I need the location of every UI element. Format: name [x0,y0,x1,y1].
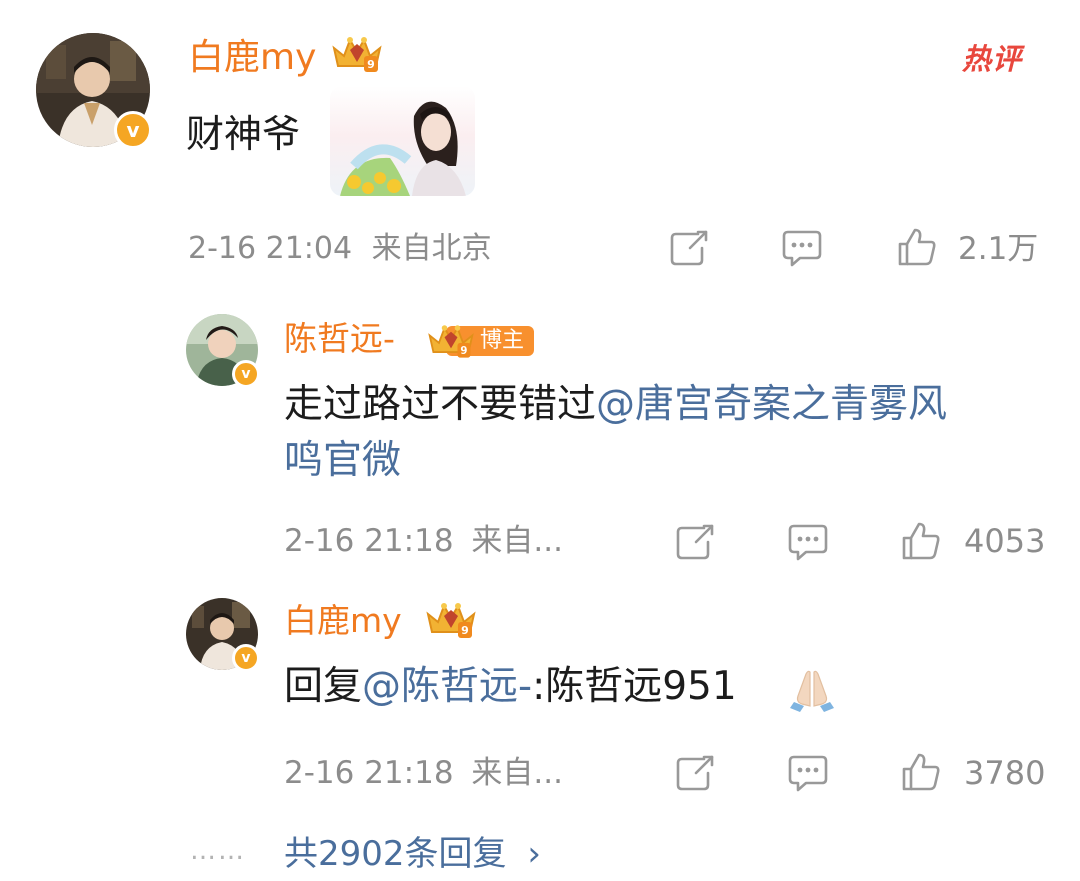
share-icon[interactable] [668,228,710,268]
reply-text-body: 走过路过不要错过 [284,382,597,427]
view-all-replies-label: 共2902条回复 [284,834,507,874]
reply-time: 2-16 21:18 [284,755,454,791]
hot-comment-tag: 热评 [962,42,1023,76]
svg-text:9: 9 [367,58,375,71]
like-icon[interactable] [900,751,942,793]
crown-badge-icon: 9 [426,603,476,638]
like-icon[interactable] [900,520,942,562]
comment-timestamp: 2-16 21:04 来自北京 [188,229,492,269]
reply-location: 来自... [471,755,563,791]
comment-location: 来自北京 [371,231,492,266]
comment-like-count: 2.1万 [958,231,1039,267]
reply-text-suffix: :陈哲远951 [532,664,737,709]
mention-link-continued[interactable]: 鸣官微 [284,434,401,488]
share-icon[interactable] [674,522,716,562]
reply-timestamp: 2-16 21:18 来自... [284,753,563,793]
verified-badge-icon: v [232,360,260,388]
comment-time: 2-16 21:04 [188,231,353,266]
avatar[interactable]: v [186,598,260,672]
crown-badge-icon: 9 [428,325,474,358]
pray-emoji-icon [790,670,834,712]
reply-username[interactable]: 陈哲远- [284,318,395,360]
avatar[interactable]: v [186,314,260,388]
reply-location: 来自... [471,523,563,559]
reply-timestamp: 2-16 21:18 来自... [284,521,563,561]
avatar[interactable]: v [36,33,152,149]
chevron-right-icon: › [527,834,541,874]
reply-like-count: 3780 [964,754,1046,792]
share-icon[interactable] [674,753,716,793]
crown-badge-icon: 9 [332,37,382,72]
comment-username[interactable]: 白鹿my [188,36,316,80]
view-all-replies-link[interactable]: 共2902条回复 › [284,826,541,875]
like-icon[interactable] [896,226,938,268]
sticker-image[interactable] [330,86,475,196]
reply-time: 2-16 21:18 [284,523,454,559]
mention-link[interactable]: @陈哲远- [362,664,532,709]
reply-text-prefix: 回复 [284,664,363,709]
reply-text: 回复@陈哲远-:陈哲远951 [284,660,737,714]
comment-icon[interactable] [780,228,824,268]
reply-username[interactable]: 白鹿my [284,600,402,642]
verified-badge-icon: v [232,644,260,672]
verified-badge-icon: v [114,111,152,149]
reply-like-count: 4053 [964,522,1046,560]
svg-text:9: 9 [461,624,469,637]
comment-icon[interactable] [786,522,830,562]
comment-text: 财神爷 [186,108,300,160]
divider-dots: …… [190,836,246,866]
svg-text:9: 9 [460,346,467,357]
comment-text-body: 财神爷 [186,112,301,156]
comment-icon[interactable] [786,753,830,793]
mention-link[interactable]: @唐宫奇案之青雾风 [596,382,947,427]
reply-text: 走过路过不要错过@唐宫奇案之青雾风 [284,378,947,432]
